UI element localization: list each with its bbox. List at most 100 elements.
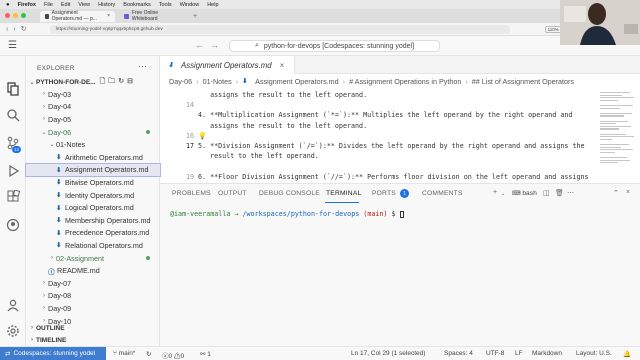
- tree-file[interactable]: ⬇ Precedence Operators.md: [26, 227, 160, 240]
- tab-terminal[interactable]: TERMINAL: [326, 190, 361, 197]
- tree-folder[interactable]: › 02-Assignment: [26, 252, 160, 265]
- tab-problems[interactable]: PROBLEMS: [172, 190, 211, 197]
- tree-folder[interactable]: › Day-08: [26, 290, 160, 303]
- remote-indicator[interactable]: ⇄ Codespaces: stunning yodel: [0, 347, 106, 360]
- tab-output[interactable]: OUTPUT: [218, 190, 247, 197]
- split-terminal-icon[interactable]: ◫: [543, 189, 550, 197]
- branch-indicator[interactable]: ⑂ main*: [113, 350, 135, 357]
- close-editor-icon[interactable]: ×: [280, 61, 285, 70]
- breadcrumb-item[interactable]: # Assignment Operations in Python: [349, 77, 461, 86]
- tree-file[interactable]: ⬇ Arithmetic Operators.md: [26, 151, 160, 164]
- new-tab-icon[interactable]: +: [193, 13, 197, 20]
- breadcrumb-item[interactable]: Assignment Operators.md: [255, 77, 339, 86]
- minimap-line: [600, 92, 630, 94]
- account-icon[interactable]: [4, 296, 22, 314]
- editor-tab-label: Assignment Operators.md: [181, 60, 272, 70]
- settings-gear-icon[interactable]: [4, 322, 22, 340]
- menu-window[interactable]: Window: [180, 2, 200, 8]
- tab-debug-console[interactable]: DEBUG CONSOLE: [259, 190, 320, 197]
- search-icon[interactable]: [4, 106, 22, 124]
- tab-ports[interactable]: PORTS: [372, 190, 396, 197]
- tree-folder[interactable]: › Day-03: [26, 88, 160, 101]
- lightbulb-icon[interactable]: 💡: [198, 132, 207, 140]
- language-mode[interactable]: Markdown: [532, 350, 562, 357]
- tree-file[interactable]: ⬇ Relational Operators.md: [26, 239, 160, 252]
- tree-file[interactable]: ⬇ Bitwise Operators.md: [26, 176, 160, 189]
- breadcrumb-item[interactable]: Day-06: [169, 77, 192, 86]
- timeline-section[interactable]: › TIMELINE: [26, 334, 160, 346]
- tree-folder[interactable]: › Day-09: [26, 302, 160, 315]
- menu-file[interactable]: File: [44, 2, 53, 8]
- reload-icon[interactable]: ↻: [21, 25, 27, 33]
- command-center[interactable]: ⌕ python-for-devops [Codespaces: stunnin…: [229, 40, 440, 52]
- menu-view[interactable]: View: [78, 2, 90, 8]
- tree-folder[interactable]: › Day-05: [26, 113, 160, 126]
- zoom-window-icon[interactable]: [21, 13, 26, 18]
- notifications-bell-icon[interactable]: 🔔: [623, 350, 631, 358]
- sync-icon[interactable]: ↻: [146, 350, 151, 358]
- modified-dot-icon: [146, 130, 150, 135]
- back-icon[interactable]: ‹: [6, 26, 8, 33]
- extensions-icon[interactable]: [4, 188, 22, 206]
- menu-icon[interactable]: ☰: [8, 40, 17, 51]
- menu-tools[interactable]: Tools: [159, 2, 172, 8]
- github-icon[interactable]: [4, 216, 22, 234]
- close-window-icon[interactable]: [5, 13, 10, 18]
- keyboard-layout[interactable]: Layout: U.S.: [576, 350, 612, 357]
- menu-edit[interactable]: Edit: [61, 2, 70, 8]
- run-debug-icon[interactable]: [4, 162, 22, 180]
- tree-file[interactable]: ⬇ Assignment Operators.md: [25, 162, 161, 178]
- tab-comments[interactable]: COMMENTS: [422, 190, 463, 197]
- more-actions-icon[interactable]: ⋯: [567, 189, 574, 197]
- tree-file[interactable]: ⬇ Logical Operators.md: [26, 201, 160, 214]
- menu-history[interactable]: History: [98, 2, 115, 8]
- add-terminal-icon[interactable]: +: [493, 189, 497, 196]
- menu-help[interactable]: Help: [207, 2, 218, 8]
- tree-folder[interactable]: › Day-04: [26, 101, 160, 114]
- browser-tab-whiteboard[interactable]: Free Online Whiteboard: [119, 10, 189, 22]
- tree-file[interactable]: ⬇ Identity Operators.md: [26, 189, 160, 202]
- menu-bookmarks[interactable]: Bookmarks: [123, 2, 151, 8]
- nav-forward-icon[interactable]: →: [210, 40, 225, 50]
- code-editor[interactable]: assigns the result to the left operand. 1…: [160, 88, 598, 191]
- tree-file[interactable]: ⓘ README.md: [26, 264, 160, 277]
- minimap-line: [600, 157, 627, 159]
- tree-item-label: Day-06: [48, 127, 72, 137]
- maximize-panel-icon[interactable]: ⌃: [613, 189, 619, 197]
- terminal-prompt-line[interactable]: @iam-veeramalla → /workspaces/python-for…: [170, 210, 404, 218]
- menu-firefox[interactable]: Firefox: [18, 2, 36, 8]
- close-tab-icon[interactable]: ×: [107, 13, 110, 19]
- tree-file[interactable]: ⬇ Membership Operators.md: [26, 214, 160, 227]
- url-text: https://stunning-yodel-vq6p7qqx5p5cp9.gi…: [55, 26, 163, 32]
- encoding-indicator[interactable]: UTF-8: [486, 350, 504, 357]
- forward-icon[interactable]: ›: [13, 26, 15, 33]
- close-panel-icon[interactable]: ×: [626, 189, 630, 196]
- eol-indicator[interactable]: LF: [515, 350, 523, 357]
- problems-indicator[interactable]: ⓧ0 ⚠0: [162, 350, 184, 360]
- tree-folder[interactable]: ⌄ 01-Notes: [26, 138, 160, 151]
- tree-folder[interactable]: › Day-07: [26, 277, 160, 290]
- trash-icon[interactable]: 🗑: [555, 189, 564, 197]
- cursor-position[interactable]: Ln 17, Col 29 (1 selected): [351, 350, 425, 357]
- presenter-webcam: [560, 0, 640, 45]
- tree-folder[interactable]: ⌄ Day-06: [26, 126, 160, 139]
- explorer-icon[interactable]: [4, 80, 22, 98]
- minimize-window-icon[interactable]: [13, 13, 18, 18]
- explorer-toolbar-icons[interactable]: 🗋🗀↻⊟: [100, 77, 136, 88]
- ports-indicator[interactable]: ⚯ 1: [200, 350, 211, 358]
- url-input[interactable]: https://stunning-yodel-vq6p7qqx5p5cp9.gi…: [49, 24, 510, 34]
- breadcrumb-item[interactable]: 01-Notes: [203, 77, 232, 86]
- browser-tab-active[interactable]: Assignment Operators.md — p... ×: [40, 10, 115, 22]
- indentation-indicator[interactable]: Spaces: 4: [444, 350, 473, 357]
- nav-back-icon[interactable]: ←: [195, 40, 210, 50]
- more-actions-icon[interactable]: ⋯: [138, 61, 147, 72]
- breadcrumb-item[interactable]: ## List of Assignment Operators: [472, 77, 574, 86]
- apple-icon[interactable]: ●: [6, 2, 10, 8]
- terminal-shell-label[interactable]: ⌨ bash: [512, 190, 537, 197]
- editor-tab-active[interactable]: ⬇ Assignment Operators.md ×: [160, 56, 295, 74]
- workspace-root[interactable]: ⌄ PYTHON-FOR-DE... 🗋🗀↻⊟: [26, 76, 160, 88]
- chevron-down-icon[interactable]: ⌄: [501, 191, 505, 197]
- outline-section[interactable]: › OUTLINE: [26, 322, 160, 334]
- minimap-line: [600, 149, 633, 151]
- minimap[interactable]: [598, 88, 634, 183]
